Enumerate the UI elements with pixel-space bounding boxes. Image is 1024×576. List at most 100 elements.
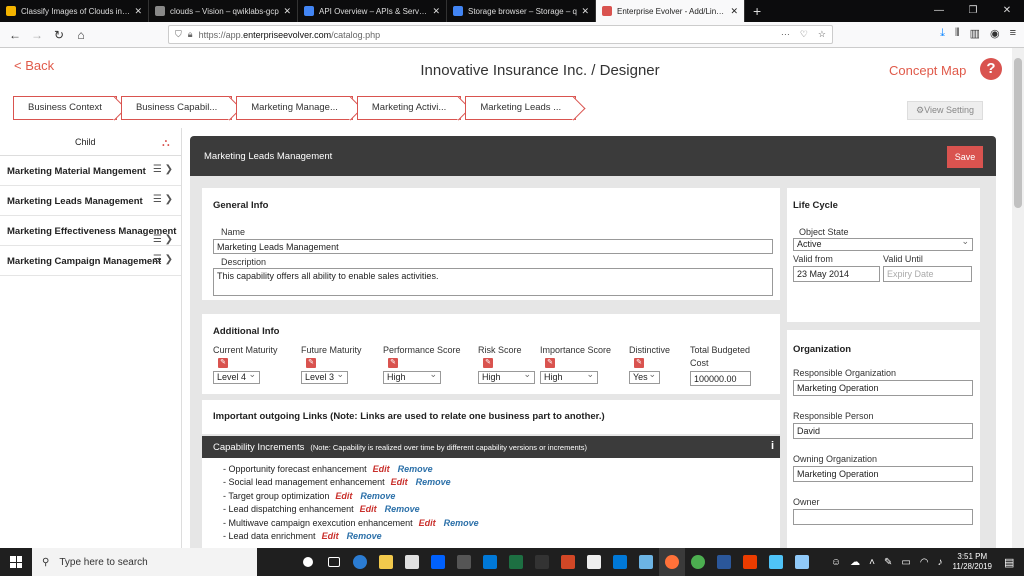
powerpoint-icon[interactable] (555, 548, 581, 576)
excel-icon[interactable] (503, 548, 529, 576)
description-field[interactable]: This capability offers all ability to en… (213, 268, 773, 296)
risk-score-select[interactable]: High (478, 369, 535, 384)
close-icon[interactable]: ✕ (283, 6, 291, 17)
object-state-select[interactable]: Active (793, 236, 973, 251)
edit-pencil-icon[interactable]: ✎ (306, 358, 316, 368)
forward-arrow-icon[interactable]: → (26, 28, 48, 42)
file-explorer-icon[interactable] (373, 548, 399, 576)
minimize-icon[interactable]: — (922, 0, 956, 22)
breadcrumb-item[interactable]: Marketing Activi... (356, 96, 462, 120)
edit-pencil-icon[interactable]: ✎ (388, 358, 398, 368)
breadcrumb-item[interactable]: Business Capabil... (120, 96, 233, 120)
account-icon[interactable]: ◉ (990, 27, 1000, 40)
volume-icon[interactable]: ♪ (938, 557, 943, 568)
edge-icon[interactable] (347, 548, 373, 576)
valid-from-field[interactable]: 23 May 2014 (793, 266, 880, 282)
scrollbar-thumb[interactable] (1014, 58, 1022, 208)
notifications-icon[interactable]: ▤ (1004, 556, 1024, 569)
current-maturity-select[interactable]: Level 4 (213, 369, 260, 384)
remove-link[interactable]: Remove (385, 504, 420, 514)
sidebar-item[interactable]: Marketing Campaign Management ☰ ❯ (0, 246, 181, 276)
mail-app-icon[interactable] (607, 548, 633, 576)
download-icon[interactable]: ⤓ (940, 27, 945, 40)
future-maturity-select[interactable]: Level 3 (301, 369, 348, 384)
stocks-icon[interactable] (529, 548, 555, 576)
distinctive-select[interactable]: Yes (629, 369, 660, 384)
info-icon[interactable]: i (771, 440, 774, 452)
people-icon[interactable]: ☺ (831, 557, 841, 568)
edit-pencil-icon[interactable]: ✎ (634, 358, 644, 368)
office-icon[interactable] (737, 548, 763, 576)
paint-icon[interactable] (633, 548, 659, 576)
close-window-icon[interactable]: ✕ (990, 0, 1024, 22)
pocket-icon[interactable]: ♡ (800, 29, 808, 40)
battery-icon[interactable]: ▭ (901, 557, 910, 568)
performance-score-select[interactable]: High (383, 369, 441, 384)
back-arrow-icon[interactable]: ← (4, 28, 26, 42)
browser-tab-active[interactable]: Enterprise Evolver - Add/Link Categ ✕ (596, 0, 745, 22)
close-icon[interactable]: ✕ (730, 6, 738, 17)
sidebar-icon[interactable]: ▥ (970, 27, 980, 40)
task-view-icon[interactable] (321, 548, 347, 576)
wifi-icon[interactable]: ◠ (920, 557, 929, 568)
chevron-right-icon[interactable]: ❯ (165, 254, 173, 265)
chevron-up-icon[interactable]: ˄ (869, 557, 875, 568)
photos-icon[interactable] (789, 548, 815, 576)
close-icon[interactable]: ✕ (581, 6, 589, 17)
breadcrumb-item[interactable]: Business Context (13, 96, 117, 120)
edit-link[interactable]: Edit (322, 531, 339, 541)
store-icon[interactable] (477, 548, 503, 576)
browser-tab[interactable]: Storage browser – Storage – q ✕ (447, 0, 596, 22)
dropbox-icon[interactable] (425, 548, 451, 576)
name-field[interactable]: Marketing Leads Management (213, 239, 773, 254)
cloud-icon[interactable]: ☁ (850, 557, 860, 568)
record-icon[interactable] (295, 548, 321, 576)
hierarchy-icon[interactable]: ⛬ (162, 137, 170, 150)
help-icon[interactable]: ? (980, 58, 1002, 80)
browser-tab[interactable]: clouds – Vision – qwiklabs-gcp ✕ (149, 0, 298, 22)
edit-link[interactable]: Edit (360, 504, 377, 514)
valid-until-field[interactable]: Expiry Date (883, 266, 972, 282)
edit-pencil-icon[interactable]: ✎ (483, 358, 493, 368)
importance-score-select[interactable]: High (540, 369, 598, 384)
close-icon[interactable]: ✕ (432, 6, 440, 17)
page-scrollbar[interactable] (1012, 48, 1024, 548)
clock[interactable]: 3:51 PM 11/28/2019 (953, 552, 992, 572)
browser-tab[interactable]: API Overview – APIs & Services – q ✕ (298, 0, 447, 22)
new-tab-icon[interactable]: + (745, 0, 769, 22)
windows-start-icon[interactable] (0, 548, 32, 576)
responsible-organization-field[interactable]: Marketing Operation (793, 380, 973, 396)
chrome-icon[interactable] (685, 548, 711, 576)
breadcrumb-item-current[interactable]: Marketing Leads ... (465, 96, 577, 120)
close-icon[interactable]: ✕ (134, 6, 142, 17)
remove-link[interactable]: Remove (347, 531, 382, 541)
list-icon[interactable]: ☰ (153, 164, 162, 175)
edit-pencil-icon[interactable]: ✎ (218, 358, 228, 368)
responsible-person-field[interactable]: David (793, 423, 973, 439)
owning-organization-field[interactable]: Marketing Operation (793, 466, 973, 482)
word-icon[interactable] (711, 548, 737, 576)
browser-tab[interactable]: Classify Images of Clouds in the ✕ (0, 0, 149, 22)
remove-link[interactable]: Remove (360, 491, 395, 501)
lightning-icon[interactable] (451, 548, 477, 576)
reload-icon[interactable]: ↻ (48, 28, 70, 42)
more-icon[interactable]: ··· (781, 29, 790, 40)
library-icon[interactable]: ⫴ (955, 27, 960, 40)
breadcrumb-item[interactable]: Marketing Manage... (236, 96, 353, 120)
mail-icon[interactable] (399, 548, 425, 576)
list-icon[interactable]: ☰ (153, 194, 162, 205)
edit-link[interactable]: Edit (335, 491, 352, 501)
view-setting-button[interactable]: ⚙View Setting (907, 101, 983, 120)
concept-map-link[interactable]: Concept Map (889, 63, 966, 78)
pen-icon[interactable]: ✎ (884, 557, 892, 568)
edit-link[interactable]: Edit (419, 518, 436, 528)
sidebar-item[interactable]: Marketing Leads Management ☰ ❯ (0, 186, 181, 216)
menu-icon[interactable]: ≡ (1010, 27, 1016, 40)
save-button[interactable]: Save (947, 146, 983, 168)
sidebar-item[interactable]: Marketing Effectiveness Management ☰ ❯ (0, 216, 181, 246)
edit-link[interactable]: Edit (373, 464, 390, 474)
list-icon[interactable]: ☰ (153, 234, 162, 245)
edit-link[interactable]: Edit (391, 477, 408, 487)
remove-link[interactable]: Remove (416, 477, 451, 487)
total-budgeted-cost-field[interactable]: 100000.00 (690, 371, 751, 386)
